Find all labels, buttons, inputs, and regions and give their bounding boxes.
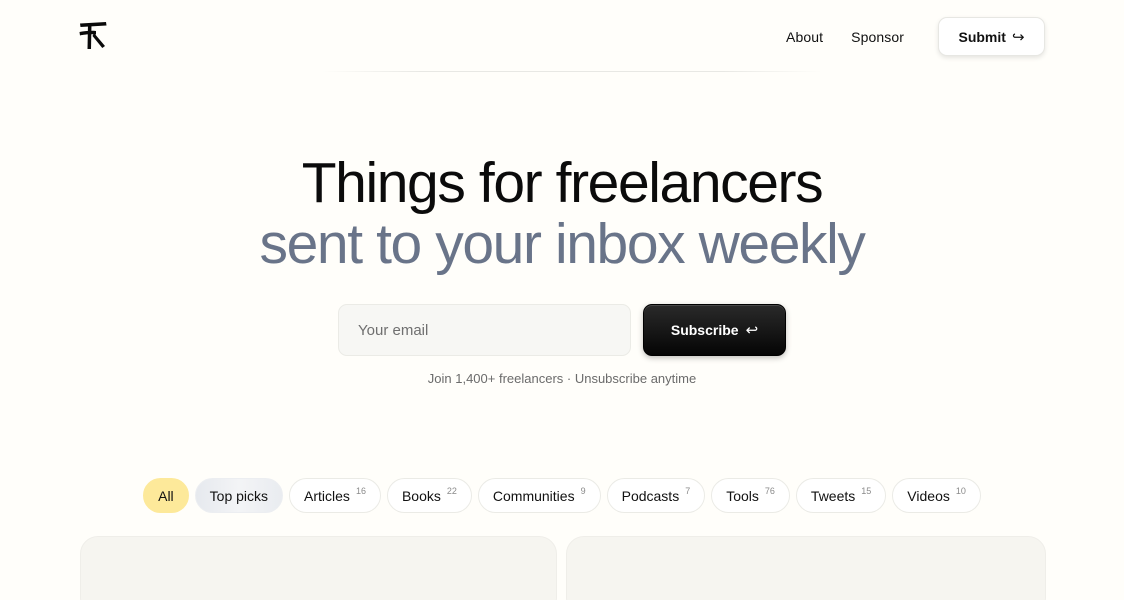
hero-heading: Things for freelancers sent to your inbo…: [0, 152, 1124, 274]
top-nav: About Sponsor Submit ↪: [786, 17, 1045, 56]
filter-chip-label: Books: [401, 487, 441, 504]
filter-chip-count: 76: [764, 485, 775, 496]
hero-subtitle: sent to your inbox weekly: [259, 212, 866, 276]
filter-chip-label: Podcasts: [621, 487, 680, 504]
filter-chip-count: 15: [861, 485, 872, 496]
filter-chip-count: 22: [446, 485, 457, 496]
header-divider: [322, 71, 822, 72]
filter-chip-count: 9: [580, 485, 586, 496]
subscribe-button-label: Subscribe: [670, 322, 739, 338]
filter-chip-tweets[interactable]: Tweets 15: [795, 478, 887, 513]
filter-chip-label: Top picks: [209, 487, 269, 504]
filter-chip-top-picks[interactable]: Top picks: [194, 478, 284, 513]
submit-button[interactable]: Submit ↪: [938, 17, 1045, 56]
category-filters: All Top picks Articles 16 Books 22 Commu…: [0, 478, 1124, 513]
enter-return-icon: ↩: [745, 322, 759, 339]
filter-chip-count: 10: [955, 485, 966, 496]
filter-chip-label: Tools: [726, 487, 759, 504]
filter-chip-all[interactable]: All: [143, 478, 189, 513]
filter-chip-count: 7: [685, 485, 691, 496]
filter-chip-videos[interactable]: Videos 10: [892, 478, 981, 513]
filter-chip-articles[interactable]: Articles 16: [289, 478, 381, 513]
filter-chip-label: Tweets: [810, 487, 856, 504]
nav-link-about[interactable]: About: [786, 29, 823, 45]
resource-card[interactable]: [80, 536, 557, 600]
filter-chip-communities[interactable]: Communities 9: [477, 478, 601, 513]
submit-button-label: Submit: [958, 28, 1006, 45]
filter-chip-label: Videos: [907, 487, 950, 504]
filter-chip-books[interactable]: Books 22: [386, 478, 472, 513]
f-monogram-logo-icon: [79, 22, 107, 49]
filter-chip-podcasts[interactable]: Podcasts 7: [606, 478, 706, 513]
filter-chip-label: All: [158, 487, 174, 504]
filter-chip-tools[interactable]: Tools 76: [711, 478, 790, 513]
nav-link-sponsor[interactable]: Sponsor: [851, 29, 904, 45]
email-input[interactable]: [338, 304, 631, 356]
logo[interactable]: [78, 19, 110, 51]
filter-chip-label: Communities: [492, 487, 575, 504]
resource-card[interactable]: [566, 536, 1046, 600]
filter-chip-label: Articles: [304, 487, 350, 504]
signup-note: Join 1,400+ freelancers · Unsubscribe an…: [427, 371, 697, 386]
hero-title: Things for freelancers: [301, 151, 824, 215]
arrow-forward-icon: ↪: [1011, 28, 1025, 46]
subscribe-button[interactable]: Subscribe ↩: [643, 304, 786, 356]
filter-chip-count: 16: [355, 485, 366, 496]
